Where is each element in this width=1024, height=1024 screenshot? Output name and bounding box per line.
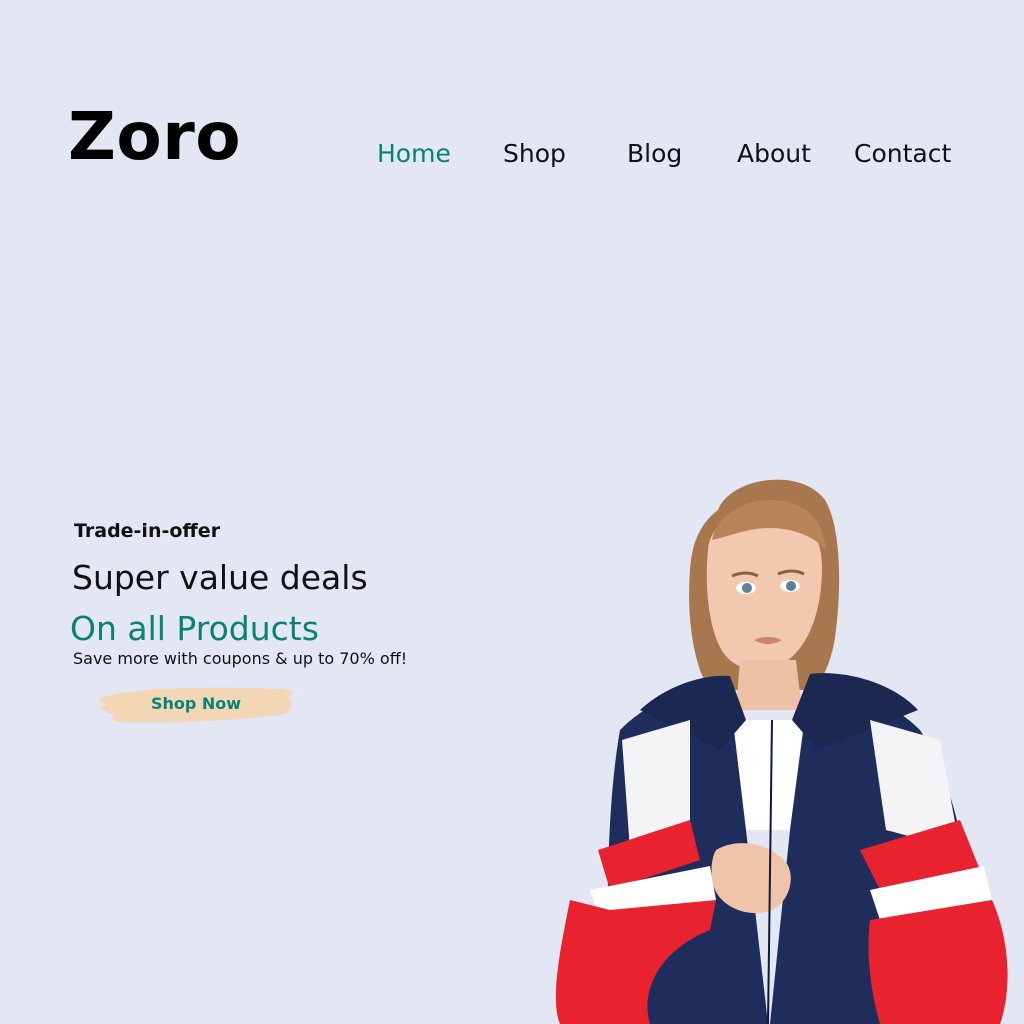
nav-home-link[interactable]: Home bbox=[377, 138, 451, 170]
hero-subtitle: On all Products bbox=[70, 609, 319, 648]
nav-contact-link[interactable]: Contact bbox=[854, 138, 951, 170]
hero-title: Super value deals bbox=[72, 558, 368, 597]
landing-page: Zoro Home Shop Blog About Contact Trade-… bbox=[0, 0, 1024, 1024]
nav-about-link[interactable]: About bbox=[737, 138, 811, 170]
model-photo bbox=[555, 479, 1008, 1024]
nav-blog-link[interactable]: Blog bbox=[627, 138, 682, 170]
hero-description: Save more with coupons & up to 70% off! bbox=[73, 649, 408, 668]
shop-now-button[interactable]: Shop Now bbox=[94, 684, 298, 726]
main-nav: Home Shop Blog About Contact bbox=[0, 138, 1024, 174]
hero-eyebrow: Trade-in-offer bbox=[74, 520, 221, 542]
nav-shop-link[interactable]: Shop bbox=[503, 138, 566, 170]
shop-now-label: Shop Now bbox=[150, 694, 242, 713]
